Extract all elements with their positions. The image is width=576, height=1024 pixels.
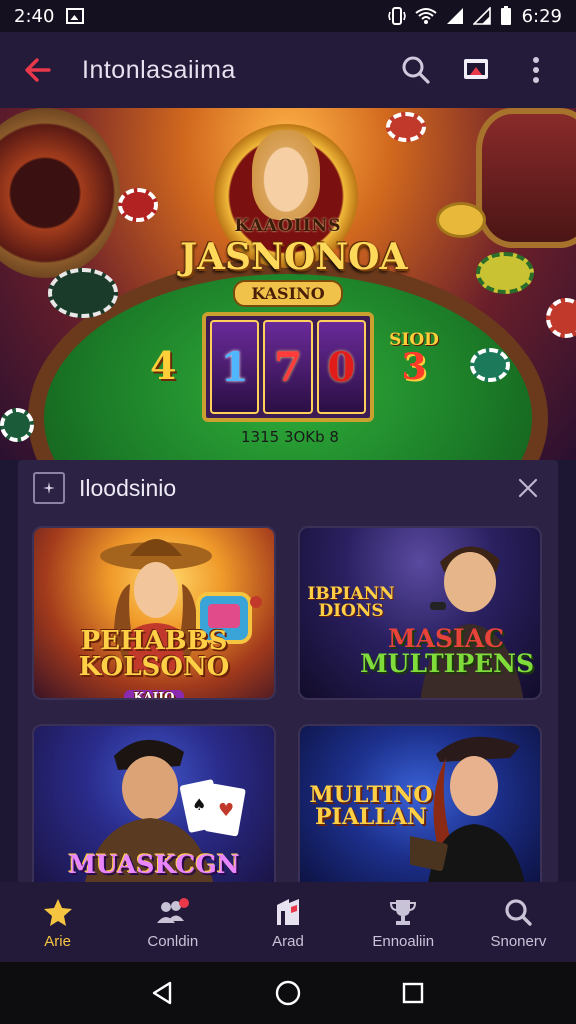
home-circle-icon <box>275 980 301 1006</box>
nav-item-community[interactable]: Conldin <box>115 882 230 962</box>
game-card[interactable]: PEHABBS KOLSONO KAIIO <box>32 526 276 700</box>
chip-image <box>476 252 534 294</box>
panel-header: Iloodsinio <box>18 460 558 516</box>
cast-button[interactable] <box>456 50 496 90</box>
battery-icon <box>500 6 512 26</box>
game-card[interactable]: MULTINO PIALLAN <box>298 724 542 898</box>
games-panel: Iloodsinio PEHABBS KOLSONO KAIIO IBPIANN… <box>18 460 558 898</box>
slot-reel: 1 <box>210 320 260 414</box>
hostess-portrait <box>252 130 320 220</box>
slot-machine-image <box>476 108 576 248</box>
game-card-title-line: PEHABBS <box>80 626 228 656</box>
status-bar: 2:40 6:29 <box>0 0 576 32</box>
slot-label: SIOD 3 <box>384 332 444 388</box>
svg-text:♥: ♥ <box>218 800 234 821</box>
signal-icon <box>446 7 464 25</box>
system-nav-bar <box>0 962 576 1024</box>
cast-icon <box>464 59 488 79</box>
nav-label: Ennoaliin <box>372 932 435 950</box>
hero-brand-main: JASNONOA <box>180 236 408 278</box>
sparkle-icon <box>33 472 65 504</box>
nav-label: Arad <box>272 932 304 950</box>
star-icon <box>41 895 75 929</box>
game-card-title: MASIAC MULTIPENS <box>360 624 535 678</box>
system-back-button[interactable] <box>143 973 183 1013</box>
building-icon <box>271 895 305 929</box>
nav-item-arcade[interactable]: Arad <box>230 882 345 962</box>
chip-image <box>118 188 158 222</box>
nav-item-rewards[interactable]: Ennoaliin <box>346 882 461 962</box>
close-button[interactable] <box>510 470 546 506</box>
nav-item-search[interactable]: Snonerv <box>461 882 576 962</box>
back-triangle-icon <box>152 981 171 1005</box>
table-text: 1315 3OKb 8 <box>241 428 339 446</box>
slot-reel: 0 <box>316 320 366 414</box>
chip-image <box>0 408 34 442</box>
game-card-title-line: MUASKCGN <box>68 850 240 879</box>
app-title: Intonlasaiima <box>82 55 236 84</box>
system-recents-button[interactable] <box>393 973 433 1013</box>
slot-label-number: 3 <box>401 346 427 388</box>
wifi-icon <box>414 7 437 25</box>
slot-reels: 1 7 0 <box>202 312 374 422</box>
nav-label: Arie <box>44 932 71 950</box>
game-card-top-text: IBPIANN DIONS <box>306 586 396 620</box>
back-button[interactable] <box>20 52 56 88</box>
hero-brand-sub: KASINO <box>233 280 343 307</box>
hero-brand: KAAOIINS JASNONOA KASINO <box>180 216 408 307</box>
nav-item-home[interactable]: Arie <box>0 882 115 962</box>
nav-label: Snonerv <box>490 932 547 950</box>
game-card[interactable]: IBPIANN DIONS MASIAC MULTIPENS <box>298 526 542 700</box>
game-card-title: MULTINO PIALLAN <box>306 784 436 828</box>
users-icon <box>156 895 190 929</box>
more-options-button[interactable] <box>516 50 556 90</box>
chip-image <box>386 112 426 142</box>
coin-image <box>436 202 486 238</box>
trophy-icon <box>386 895 420 929</box>
system-home-button[interactable] <box>268 973 308 1013</box>
game-card-title-line: PIALLAN <box>314 804 428 830</box>
game-card[interactable]: ♥ ♠ MUASKCGN <box>32 724 276 898</box>
game-card-title: PEHABBS KOLSONO KAIIO <box>42 626 266 698</box>
bottom-nav: Arie Conldin Arad Ennoaliin Snonerv <box>0 882 576 962</box>
chip-image <box>470 348 510 382</box>
recents-square-icon <box>403 982 424 1004</box>
chip-image <box>546 298 576 338</box>
search-icon <box>501 895 535 929</box>
status-clock: 6:29 <box>521 5 562 27</box>
game-card-title-line: KOLSONO <box>78 652 230 682</box>
game-card-title-line: MULTIPENS <box>360 649 535 678</box>
status-time: 2:40 <box>14 5 55 27</box>
nav-label: Conldin <box>147 932 199 950</box>
svg-text:♠: ♠ <box>192 795 206 814</box>
image-icon <box>66 8 85 24</box>
game-card-subtitle: KAIIO <box>123 690 185 698</box>
more-vert-icon <box>533 57 539 83</box>
game-card-top-line: DIONS <box>318 601 384 621</box>
close-icon <box>518 478 538 498</box>
hero-banner[interactable]: KAAOIINS JASNONOA KASINO 4 1 7 0 SIOD 3 … <box>0 108 576 460</box>
hero-brand-top: KAAOIINS <box>234 216 342 236</box>
vibrate-icon <box>387 6 406 26</box>
game-card-title: MUASKCGN <box>42 852 266 877</box>
app-bar: Intonlasaiima <box>0 32 576 108</box>
signal-icon-2 <box>472 7 491 25</box>
search-button[interactable] <box>396 50 436 90</box>
search-icon <box>402 56 430 84</box>
slot-reel: 7 <box>263 320 313 414</box>
back-arrow-icon <box>25 58 51 82</box>
panel-title: Iloodsinio <box>79 474 177 501</box>
chip-image <box>48 268 118 318</box>
hero-side-number: 4 <box>150 343 177 388</box>
game-card-title-line: MASIAC <box>387 624 505 653</box>
roulette-wheel-image <box>0 108 120 278</box>
app-root: 2:40 6:29 Intonlasaiima KAAOIINS JASNONO… <box>0 0 576 1024</box>
game-card-title-line: MULTINO <box>309 782 433 808</box>
